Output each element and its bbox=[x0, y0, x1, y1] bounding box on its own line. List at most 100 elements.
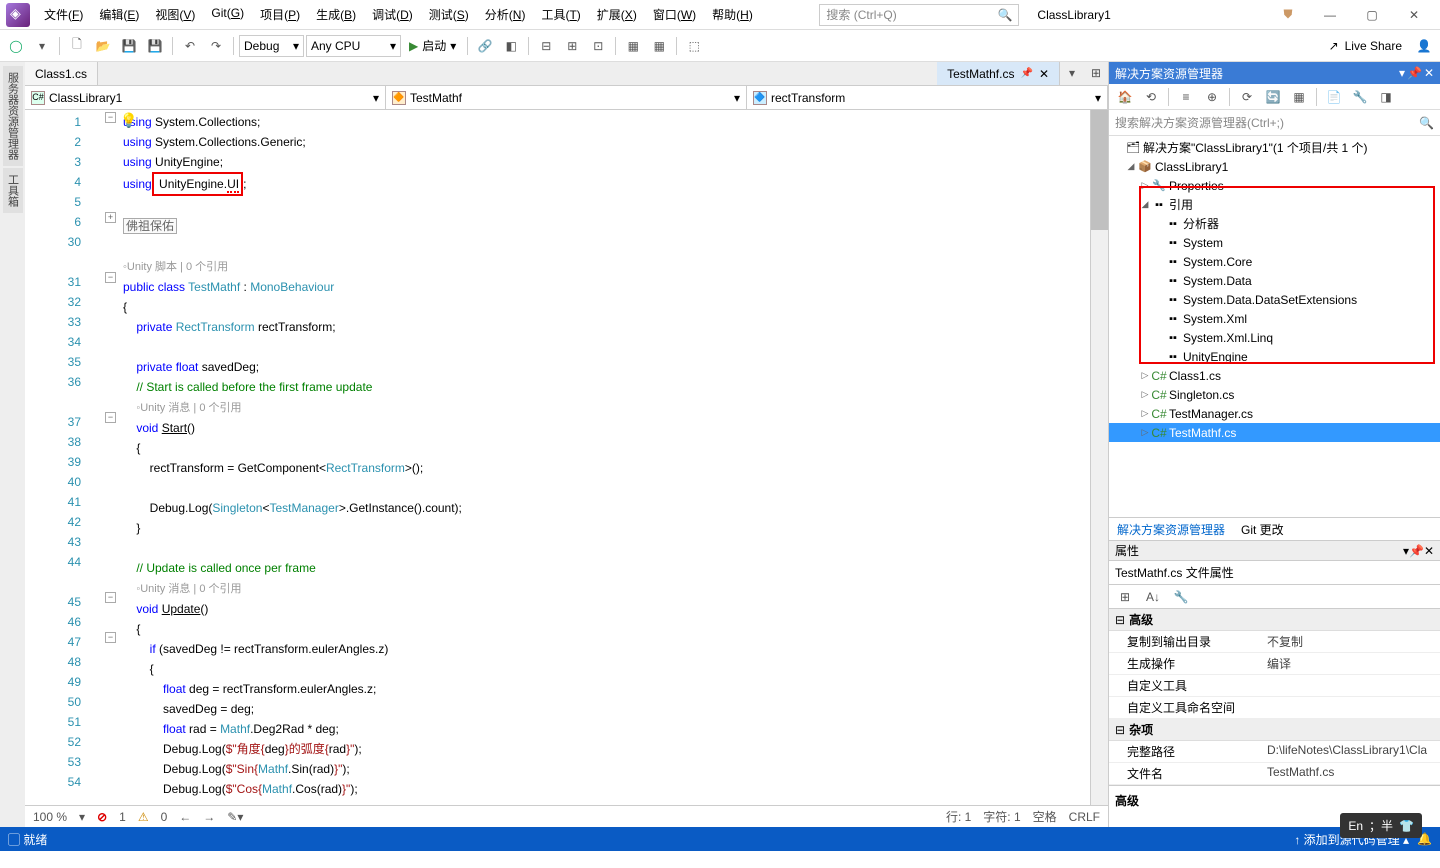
tb-icon[interactable]: ≡ bbox=[1174, 86, 1198, 108]
tb-icon[interactable]: ⊟ bbox=[534, 35, 558, 57]
editor-scrollbar[interactable] bbox=[1090, 110, 1108, 805]
tree-row[interactable]: ▷C#Class1.cs bbox=[1109, 366, 1440, 385]
properties-grid[interactable]: ⊟高级复制到输出目录不复制生成操作编译自定义工具自定义工具命名空间⊟杂项完整路径… bbox=[1109, 609, 1440, 785]
col-indicator[interactable]: 字符: 1 bbox=[983, 808, 1020, 825]
tree-row[interactable]: ▪▪System.Xml bbox=[1109, 309, 1440, 328]
solution-search[interactable]: 搜索解决方案资源管理器(Ctrl+;)🔍 bbox=[1109, 110, 1440, 136]
tb-icon[interactable]: 📄 bbox=[1322, 86, 1346, 108]
tb-icon[interactable]: ⊕ bbox=[1200, 86, 1224, 108]
account-icon[interactable]: 👤 bbox=[1412, 35, 1436, 57]
tree-row[interactable]: 🗂解决方案"ClassLibrary1"(1 个项目/共 1 个) bbox=[1109, 138, 1440, 157]
doc-tab-overflow[interactable]: ▾ bbox=[1060, 62, 1084, 84]
tree-row[interactable]: ▪▪System.Data.DataSetExtensions bbox=[1109, 290, 1440, 309]
tb-icon[interactable]: ⊞ bbox=[560, 35, 584, 57]
wrench-icon[interactable]: 🔧 bbox=[1169, 586, 1193, 608]
tb-icon[interactable]: ⊡ bbox=[586, 35, 610, 57]
home-icon[interactable]: 🏠 bbox=[1113, 86, 1137, 108]
tree-row[interactable]: ▪▪System.Core bbox=[1109, 252, 1440, 271]
tb-icon[interactable]: ⬚ bbox=[682, 35, 706, 57]
save-button[interactable]: 💾 bbox=[117, 35, 141, 57]
zoom-level[interactable]: 100 % bbox=[33, 810, 67, 824]
config-combo[interactable]: Debug▾ bbox=[239, 35, 304, 57]
fold-icon[interactable]: − bbox=[105, 112, 116, 123]
tree-row[interactable]: ▷C#TestMathf.cs bbox=[1109, 423, 1440, 442]
pin-icon[interactable]: 📌 bbox=[1409, 544, 1424, 558]
line-indicator[interactable]: 行: 1 bbox=[946, 808, 971, 825]
server-explorer-tab[interactable]: 服务器资源管理器 bbox=[3, 66, 23, 166]
warning-icon[interactable]: ⚠ bbox=[138, 810, 149, 824]
doc-tab-pinned[interactable]: TestMathf.cs📌✕ bbox=[937, 62, 1060, 85]
eol-indicator[interactable]: CRLF bbox=[1069, 810, 1100, 824]
pen-icon[interactable]: ✎▾ bbox=[227, 810, 243, 824]
sort-icon[interactable]: A↓ bbox=[1141, 586, 1165, 608]
tree-row[interactable]: ▪▪System.Data bbox=[1109, 271, 1440, 290]
platform-combo[interactable]: Any CPU▾ bbox=[306, 35, 401, 57]
undo-button[interactable]: ↶ bbox=[178, 35, 202, 57]
menu-T[interactable]: 工具(T) bbox=[535, 4, 586, 25]
fold-icon[interactable]: − bbox=[105, 272, 116, 283]
tb-icon[interactable]: ▦ bbox=[1287, 86, 1311, 108]
nav-class[interactable]: 🔶TestMathf▾ bbox=[386, 86, 747, 109]
doc-tab-active[interactable]: Class1.cs bbox=[25, 62, 98, 85]
tab-git-changes[interactable]: Git 更改 bbox=[1233, 518, 1292, 540]
menu-H[interactable]: 帮助(H) bbox=[706, 4, 759, 25]
show-all-icon[interactable]: ◨ bbox=[1374, 86, 1398, 108]
nav-member[interactable]: 🔷rectTransform▾ bbox=[747, 86, 1108, 109]
tree-row[interactable]: ◢▪▪引用 bbox=[1109, 195, 1440, 214]
categorize-icon[interactable]: ⊞ bbox=[1113, 586, 1137, 608]
nav-fwd-icon[interactable]: → bbox=[203, 810, 215, 824]
menu-W[interactable]: 窗口(W) bbox=[647, 4, 702, 25]
solution-tree[interactable]: 🗂解决方案"ClassLibrary1"(1 个项目/共 1 个)◢📦Class… bbox=[1109, 136, 1440, 517]
menu-D[interactable]: 调试(D) bbox=[366, 4, 419, 25]
tree-row[interactable]: ▷C#TestManager.cs bbox=[1109, 404, 1440, 423]
close-button[interactable]: ✕ bbox=[1394, 3, 1434, 27]
tree-row[interactable]: ▪▪System bbox=[1109, 233, 1440, 252]
nav-project[interactable]: C#ClassLibrary1▾ bbox=[25, 86, 386, 109]
open-button[interactable]: 📂 bbox=[91, 35, 115, 57]
tree-row[interactable]: ▷🔧Properties bbox=[1109, 176, 1440, 195]
menu-P[interactable]: 项目(P) bbox=[254, 4, 306, 25]
menu-X[interactable]: 扩展(X) bbox=[591, 4, 643, 25]
expand-icon[interactable]: ⟲ bbox=[1139, 86, 1163, 108]
error-icon[interactable]: ⊘ bbox=[97, 810, 107, 824]
tab-solution-explorer[interactable]: 解决方案资源管理器 bbox=[1109, 518, 1233, 540]
menu-B[interactable]: 生成(B) bbox=[310, 4, 362, 25]
sync-icon[interactable]: ⟳ bbox=[1235, 86, 1259, 108]
minimize-button[interactable]: — bbox=[1310, 3, 1350, 27]
close-panel-icon[interactable]: ✕ bbox=[1424, 544, 1434, 558]
menu-N[interactable]: 分析(N) bbox=[479, 4, 532, 25]
tree-row[interactable]: ▪▪UnityEngine bbox=[1109, 347, 1440, 366]
tree-row[interactable]: ◢📦ClassLibrary1 bbox=[1109, 157, 1440, 176]
menu-G[interactable]: Git(G) bbox=[205, 4, 250, 25]
back-button[interactable]: ◯ bbox=[4, 35, 28, 57]
maximize-button[interactable]: ▢ bbox=[1352, 3, 1392, 27]
save-all-button[interactable]: 💾 bbox=[143, 35, 167, 57]
redo-button[interactable]: ↷ bbox=[204, 35, 228, 57]
nav-back-icon[interactable]: ← bbox=[179, 810, 191, 824]
tb-icon[interactable]: ▦ bbox=[621, 35, 645, 57]
menu-F[interactable]: 文件(F) bbox=[38, 4, 89, 25]
tree-row[interactable]: ▷C#Singleton.cs bbox=[1109, 385, 1440, 404]
refresh-icon[interactable]: 🔄 bbox=[1261, 86, 1285, 108]
close-tab-icon[interactable]: ✕ bbox=[1039, 67, 1049, 81]
code-editor[interactable]: 💡 12345630 313233343536 3738394041424344… bbox=[25, 110, 1108, 805]
toolbox-tab[interactable]: 工具箱 bbox=[3, 168, 23, 213]
tb-icon[interactable]: ▦ bbox=[647, 35, 671, 57]
attach-button[interactable]: 🔗 bbox=[473, 35, 497, 57]
pin-icon[interactable]: 📌 bbox=[1407, 66, 1422, 80]
fold-icon[interactable]: − bbox=[105, 592, 116, 603]
fold-icon[interactable]: + bbox=[105, 212, 116, 223]
panel-menu-icon[interactable]: ▾ bbox=[1399, 66, 1405, 80]
live-share-button[interactable]: ↗Live Share bbox=[1321, 37, 1410, 55]
spaces-indicator[interactable]: 空格 bbox=[1033, 808, 1057, 825]
stop-button[interactable]: ◧ bbox=[499, 35, 523, 57]
doc-tab-more[interactable]: ⊞ bbox=[1084, 62, 1108, 84]
close-panel-icon[interactable]: ✕ bbox=[1424, 66, 1434, 80]
tree-row[interactable]: ▪▪分析器 bbox=[1109, 214, 1440, 233]
new-item-button[interactable]: 🗋 bbox=[65, 35, 89, 57]
properties-icon[interactable]: 🔧 bbox=[1348, 86, 1372, 108]
fold-icon[interactable]: − bbox=[105, 632, 116, 643]
start-debug-button[interactable]: ▶启动▾ bbox=[403, 35, 462, 57]
fold-icon[interactable]: − bbox=[105, 412, 116, 423]
menu-S[interactable]: 测试(S) bbox=[423, 4, 475, 25]
